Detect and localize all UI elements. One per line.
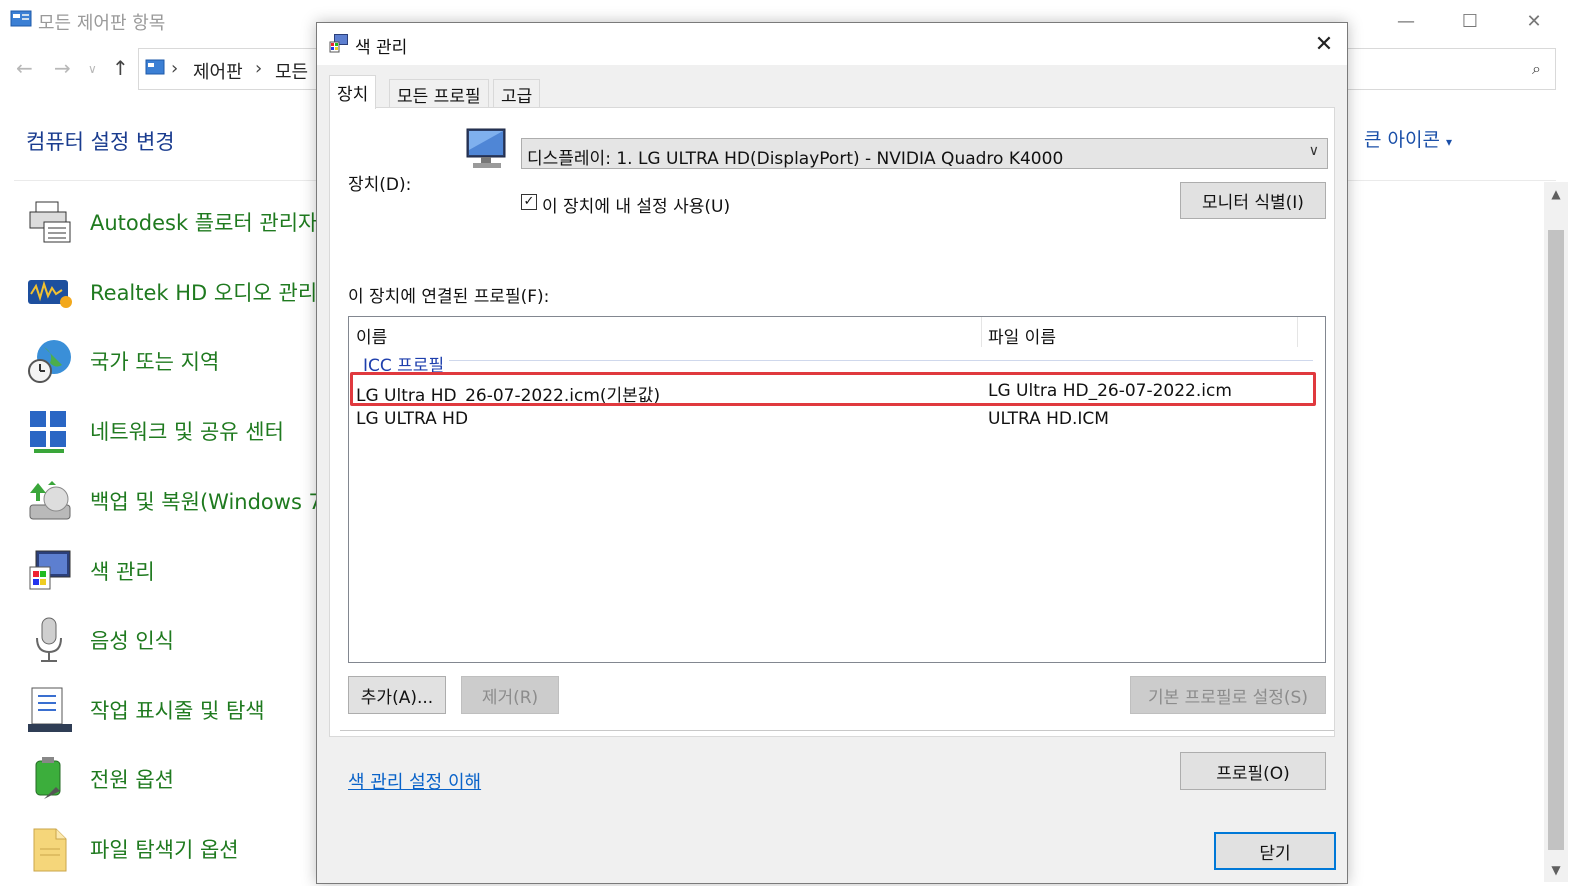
highlight-annotation [350,372,1316,406]
view-by-dropdown[interactable]: 큰 아이콘 ▾ [1364,125,1452,152]
caret-down-icon: ▾ [1446,135,1453,149]
breadcrumb-all-items[interactable]: 모든 [275,58,308,84]
group-divider [449,360,1313,361]
window-title: 모든 제어판 항목 [38,13,166,34]
scroll-thumb[interactable] [1548,230,1564,850]
tab-advanced[interactable]: 고급 [493,79,541,109]
view-by-label: 큰 아이콘 [1364,129,1440,151]
plotter-icon [29,201,71,243]
cp-item-color-management[interactable]: 색 관리 [26,547,326,597]
devices-tab-panel: 장치(D): 디스플레이: 1. LG ULTRA HD(DisplayPort… [329,107,1335,793]
search-icon[interactable]: ⌕ [1532,59,1541,79]
dialog-title: 색 관리 [355,38,408,58]
column-header-name[interactable]: 이름 [356,323,387,348]
vertical-scrollbar[interactable]: ▲ ▼ [1544,182,1568,882]
minimize-button[interactable]: — [1374,0,1438,42]
cp-item-taskbar[interactable]: 작업 표시줄 및 탐색 [26,686,326,736]
divider [340,730,1334,731]
chevron-down-icon: ∨ [1308,143,1319,159]
use-my-settings-checkbox[interactable]: ✓ [521,194,537,210]
control-panel-icon [145,59,165,75]
set-default-button[interactable]: 기본 프로필로 설정(S) [1130,676,1326,714]
color-management-icon [29,550,71,590]
list-header: 이름 파일 이름 [349,317,1325,349]
cp-item-label: 백업 및 복원(Windows 7) [90,490,331,514]
cp-item-label: Autodesk 플로터 관리자 [90,211,318,235]
forward-arrow-icon[interactable]: → [54,56,71,80]
color-management-icon [329,34,348,53]
cp-item-label: 파일 탐색기 옵션 [90,838,239,862]
maximize-button[interactable]: ☐ [1438,0,1502,42]
cp-item-label: Realtek HD 오디오 관리자 [90,281,337,305]
chevron-right-icon: › [255,58,263,79]
page-heading: 컴퓨터 설정 변경 [26,130,175,154]
cp-item-region[interactable]: 국가 또는 지역 [26,337,326,387]
cp-item-label: 작업 표시줄 및 탐색 [90,699,265,723]
backup-icon [29,481,71,520]
close-window-button[interactable]: ✕ [1502,0,1566,42]
identify-monitor-button[interactable]: 모니터 식별(I) [1180,182,1326,219]
device-select[interactable]: 디스플레이: 1. LG ULTRA HD(DisplayPort) - NVI… [521,138,1328,169]
cp-item-plotter[interactable]: Autodesk 플로터 관리자 [26,198,326,248]
cp-item-power[interactable]: 전원 옵션 [26,755,326,805]
scroll-up-icon[interactable]: ▲ [1544,182,1568,206]
device-label: 장치(D): [348,175,412,195]
folder-icon [33,828,67,872]
tab-all-profiles[interactable]: 모든 프로필 [389,79,489,109]
cp-item-backup[interactable]: 백업 및 복원(Windows 7) [26,477,330,527]
cp-item-label: 색 관리 [90,560,155,584]
cp-item-label: 네트워크 및 공유 센터 [90,420,284,444]
audio-icon [28,280,72,308]
use-my-settings-label: 이 장치에 내 설정 사용(U) [542,197,731,217]
network-icon [30,411,66,453]
cp-item-speech[interactable]: 음성 인식 [26,616,326,666]
column-divider[interactable] [1297,317,1298,347]
cp-item-audio[interactable]: Realtek HD 오디오 관리자 [26,268,337,318]
dialog-titlebar: 색 관리 ✕ [317,23,1347,65]
back-arrow-icon[interactable]: ← [16,56,33,80]
add-button[interactable]: 추가(A)... [348,676,446,714]
cp-item-network[interactable]: 네트워크 및 공유 센터 [26,407,326,457]
cp-item-label: 음성 인식 [90,629,174,653]
column-header-filename[interactable]: 파일 이름 [988,323,1056,348]
learn-color-settings-link[interactable]: 색 관리 설정 이해 [348,768,481,794]
microphone-icon [36,617,62,662]
up-arrow-icon[interactable]: ↑ [112,56,129,80]
remove-button[interactable]: 제거(R) [461,676,559,714]
table-row[interactable]: LG ULTRA HD ULTRA HD.ICM [349,405,1325,433]
taskbar-icon [28,687,72,732]
monitor-icon [466,128,506,168]
cp-item-file-explorer[interactable]: 파일 탐색기 옵션 [26,825,326,875]
profile-filename: ULTRA HD.ICM [988,409,1109,429]
cp-item-label: 전원 옵션 [90,768,174,792]
profile-name: LG ULTRA HD [356,409,469,429]
device-select-value: 디스플레이: 1. LG ULTRA HD(DisplayPort) - NVI… [527,149,1064,169]
scroll-down-icon[interactable]: ▼ [1544,858,1568,882]
close-button[interactable]: 닫기 [1214,832,1336,870]
control-panel-icon [10,10,32,27]
breadcrumb-control-panel[interactable]: 제어판 [193,58,243,84]
recent-locations-icon[interactable]: ∨ [88,62,97,76]
power-icon [35,757,61,799]
tab-devices[interactable]: 장치 [329,75,377,109]
close-icon[interactable]: ✕ [1301,23,1347,65]
profile-button[interactable]: 프로필(O) [1180,752,1326,790]
profiles-list[interactable]: 이름 파일 이름 ICC 프로필 LG Ultra HD_26-07-2022.… [348,316,1326,663]
globe-clock-icon [28,340,71,383]
profiles-label: 이 장치에 연결된 프로필(F): [348,287,550,307]
column-divider[interactable] [981,317,982,347]
color-management-dialog: 색 관리 ✕ 장치 모든 프로필 고급 장치(D): 디스플레이: 1. LG … [316,22,1348,884]
cp-item-label: 국가 또는 지역 [90,350,220,374]
chevron-right-icon: › [171,58,179,79]
